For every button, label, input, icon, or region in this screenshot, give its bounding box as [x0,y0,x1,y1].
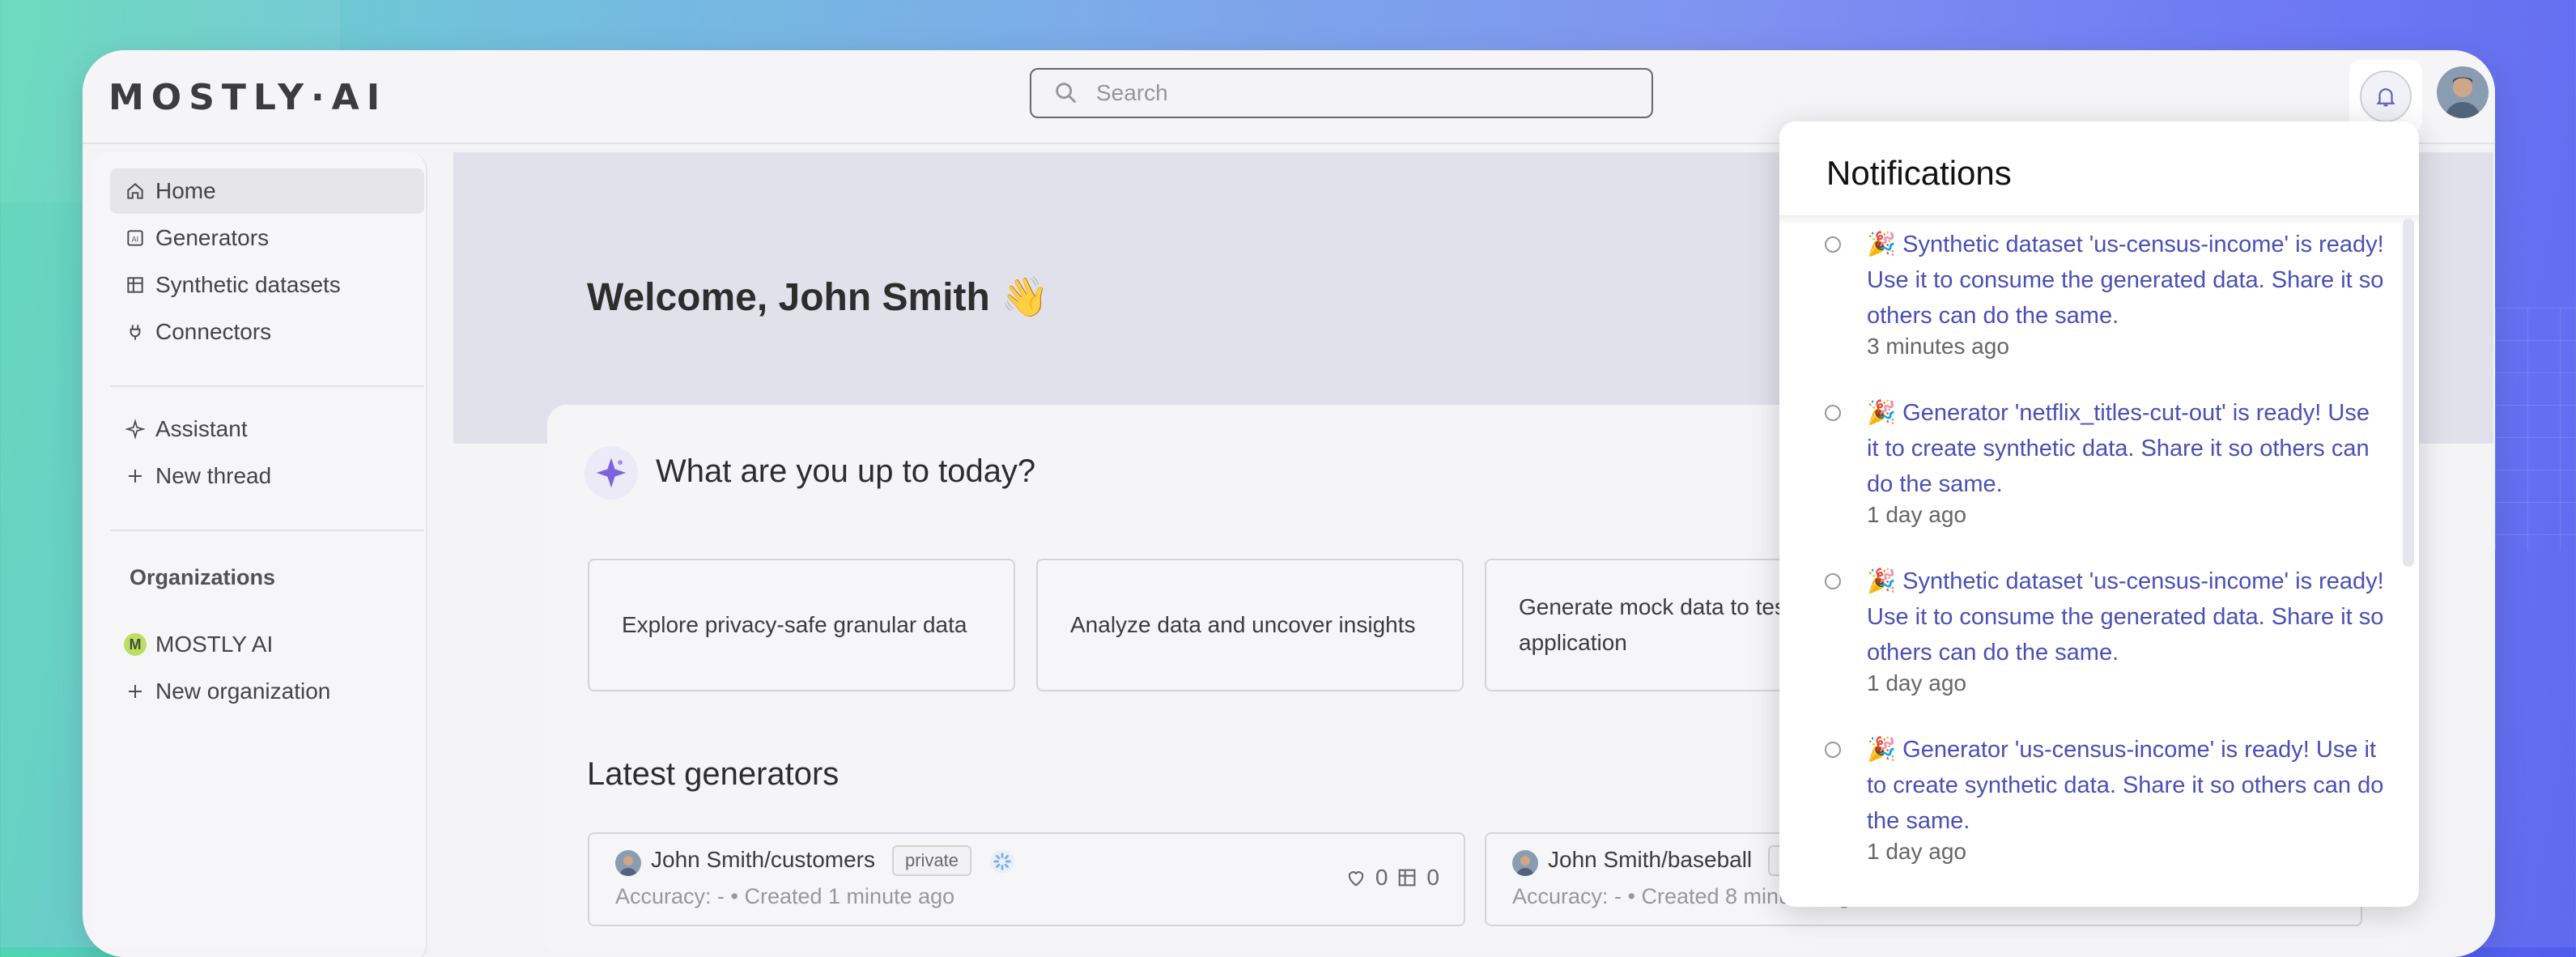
generator-card[interactable]: John Smith/customers private Accuracy: -… [588,832,1465,926]
avatar [1512,850,1538,876]
sidebar-item-org-mostly-ai[interactable]: M MOSTLY AI [110,622,424,667]
generator-name[interactable]: John Smith/customers [651,847,875,873]
sidebar-item-label: New organization [155,678,331,704]
unread-radio[interactable] [1825,573,1841,589]
datasets-count: 0 [1426,865,1439,890]
notification-time: 1 day ago [1867,670,1966,695]
avatar[interactable] [2437,66,2489,118]
sparkle-icon [123,417,147,441]
unread-radio[interactable] [1825,742,1841,758]
sidebar-item-new-organization[interactable]: New organization [110,669,424,714]
sidebar-item-home[interactable]: Home [110,168,424,214]
notifications-button[interactable] [2360,70,2412,122]
sidebar-item-assistant[interactable]: Assistant [110,406,424,452]
section-title: Latest generators [587,756,840,792]
dataset-icon [1399,869,1416,887]
search-icon [1056,83,1077,104]
sidebar-divider [110,385,424,387]
avatar [615,850,641,876]
sidebar-divider [110,530,424,531]
sidebar-item-label: Generators [155,225,270,250]
page-title: Welcome, John Smith 👋 [587,276,1049,319]
home-icon [123,179,147,203]
sidebar-item-label: Synthetic datasets [155,272,341,297]
generator-icon: AI [123,226,147,250]
table-icon [123,273,147,297]
unread-radio[interactable] [1825,405,1841,421]
sidebar-item-label: Home [155,178,216,203]
scrollbar[interactable] [2403,219,2414,567]
org-avatar: M [124,633,147,656]
prompt-card[interactable]: Explore privacy-safe granular data [588,559,1015,691]
notifications-divider [1779,215,2419,225]
notification-text[interactable]: 🎉 Generator 'us-census-income' is ready!… [1867,732,2385,839]
search-box[interactable] [1030,68,1653,118]
notifications-panel: Notifications 🎉 Synthetic dataset 'us-ce… [1779,121,2419,907]
visibility-badge: private [892,845,972,876]
generator-meta: Accuracy: - • Created 1 minute ago [615,884,955,908]
sidebar: Home AI Generators Synthetic datasets Co… [92,152,427,957]
sidebar-item-connectors[interactable]: Connectors [110,309,424,355]
sidebar-item-label: Assistant [155,416,248,441]
sidebar-item-generators[interactable]: AI Generators [110,215,424,261]
heart-icon[interactable] [1345,866,1367,889]
notification-time: 3 minutes ago [1867,334,2009,359]
notification-time: 1 day ago [1867,839,1966,864]
sidebar-item-synthetic-datasets[interactable]: Synthetic datasets [110,262,424,308]
notification-text[interactable]: 🎉 Synthetic dataset 'us-census-income' i… [1867,227,2385,334]
sidebar-item-label: New thread [155,463,272,488]
sidebar-item-label: MOSTLY AI [155,632,274,657]
likes-count: 0 [1375,865,1388,890]
logo[interactable]: MOSTLY·AI [108,77,387,118]
plus-icon [123,464,147,488]
sidebar-item-new-thread[interactable]: New thread [110,453,424,499]
organizations-heading: Organizations [130,565,276,589]
search-input[interactable] [1095,79,1624,107]
bell-icon [2376,88,2395,107]
plus-icon [123,679,147,704]
generator-name[interactable]: John Smith/baseball [1548,847,1752,873]
spinner-icon [989,849,1015,878]
sidebar-item-label: Connectors [155,319,272,344]
notification-text[interactable]: 🎉 Generator 'netflix_titles-cut-out' is … [1867,395,2385,502]
notification-text[interactable]: 🎉 Synthetic dataset 'us-census-income' i… [1867,564,2385,670]
assistant-question: What are you up to today? [656,453,1036,489]
generator-stats: 0 0 [1345,865,1439,891]
unread-radio[interactable] [1825,236,1841,253]
notifications-title: Notifications [1826,154,2012,192]
plug-icon [123,320,147,344]
notification-time: 1 day ago [1867,502,1966,527]
svg-text:AI: AI [132,236,138,244]
assistant-sparkle-icon [584,446,638,500]
prompt-card[interactable]: Analyze data and uncover insights [1036,559,1464,691]
